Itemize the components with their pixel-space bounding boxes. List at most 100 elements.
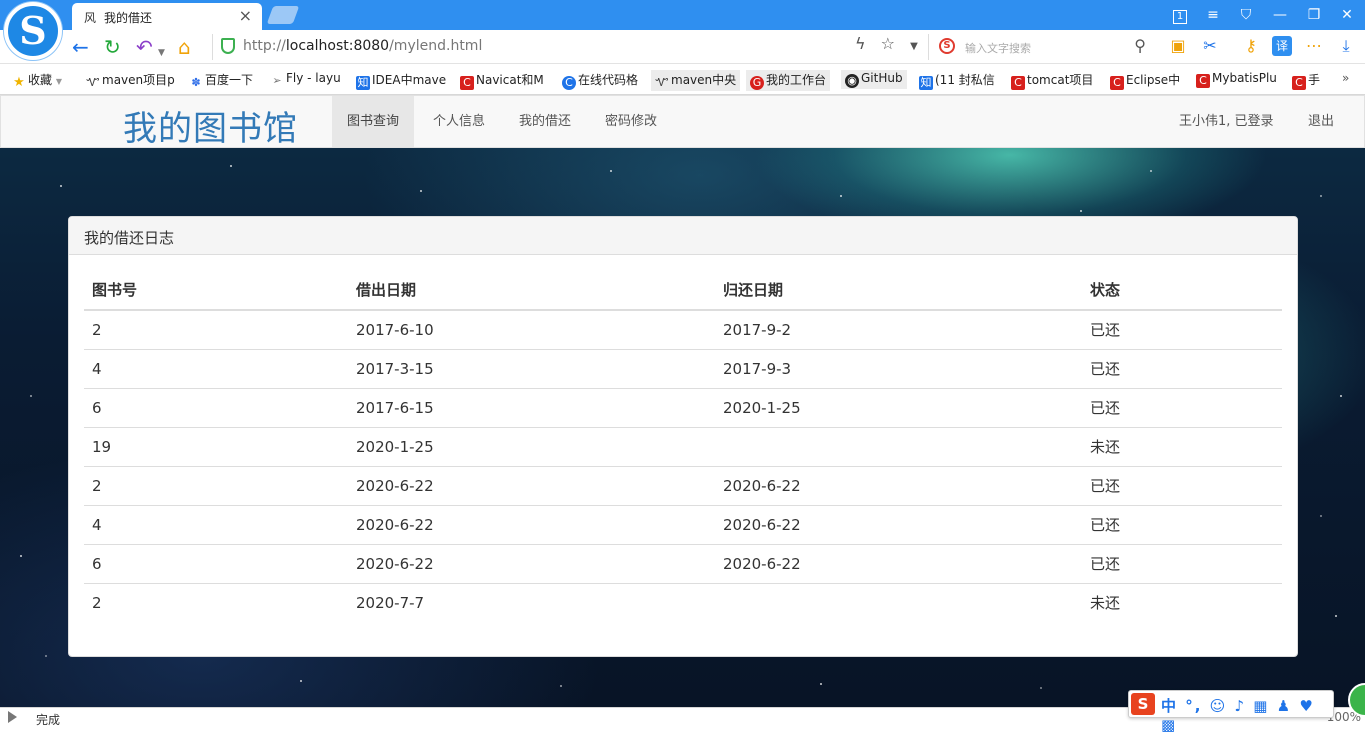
bookmark-favorites[interactable]: ★ 收藏 ▼	[12, 71, 62, 90]
bookmarks-more-icon[interactable]: »	[1342, 71, 1349, 85]
tab-title: 我的借还	[104, 11, 153, 25]
cell-return-date: 2017-9-3	[715, 348, 1082, 388]
csdn-icon: C	[1196, 74, 1210, 88]
browser-titlebar: 风 我的借还 × 1 ≡ ⛉ — ❐ ✕	[0, 0, 1365, 30]
bookmark-item[interactable]: C MybatisPlu	[1196, 71, 1277, 88]
window-counter-icon[interactable]: 1	[1169, 5, 1191, 25]
secure-shield-icon	[221, 38, 235, 54]
cell-book-id: 6	[84, 543, 348, 583]
play-icon[interactable]	[8, 711, 17, 723]
url-dropdown-icon[interactable]: ▼	[910, 41, 918, 52]
logout-link[interactable]: 退出	[1293, 96, 1349, 147]
bookmark-item[interactable]: ✽ 百度一下	[189, 71, 253, 90]
cell-lend-date: 2020-6-22	[348, 504, 715, 544]
bookmarks-bar: ★ 收藏 ▼ Ꮙmaven项目p ✽ 百度一下 ➢ Fly - layu 知 IDEA中…	[0, 64, 1365, 95]
status-text: 完成	[36, 713, 61, 727]
paper-plane-icon: ➢	[272, 74, 282, 87]
column-header-book-id: 图书号	[84, 269, 348, 311]
column-header-lend-date: 借出日期	[348, 269, 715, 311]
cell-return-date: 2020-1-25	[715, 387, 1082, 427]
browser-tab[interactable]: 风 我的借还 ×	[72, 3, 262, 30]
bookmark-item[interactable]: C 在线代码格	[562, 71, 638, 90]
bookmark-item[interactable]: 知 (11 封私信	[919, 71, 995, 90]
tab-close-icon[interactable]: ×	[239, 6, 252, 25]
minimize-icon[interactable]: —	[1269, 5, 1291, 25]
cell-lend-date: 2020-7-7	[348, 582, 715, 622]
lending-log-table: 图书号 借出日期 归还日期 状态 2 2017-6-10 2017-9-2 已还 4 20…	[84, 269, 1282, 622]
cell-return-date: 2020-6-22	[715, 543, 1082, 583]
new-tab-button[interactable]	[266, 6, 300, 24]
url-text: http://localhost:8080/mylend.html	[243, 38, 483, 54]
bookmark-item[interactable]: Ꮙmaven项目p	[86, 71, 174, 90]
cell-status: 已还	[1082, 465, 1282, 505]
cell-lend-date: 2017-6-10	[356, 320, 434, 339]
table-row: 19 2020-1-25 未还	[84, 426, 1282, 466]
skin-icon[interactable]: ⛉	[1235, 5, 1257, 25]
cell-book-id: 4	[84, 504, 348, 544]
translate-icon[interactable]: 译	[1272, 36, 1292, 56]
favorite-star-icon[interactable]: ☆	[881, 34, 895, 53]
cell-book-id: 2	[84, 465, 348, 505]
search-placeholder: 输入文字搜索	[965, 42, 1031, 55]
bookmark-item[interactable]: ◉ GitHub	[841, 70, 907, 89]
cell-book-id: 19	[84, 426, 348, 466]
cell-lend-date: 2020-1-25	[348, 426, 715, 466]
more-icon[interactable]: ⋯	[1304, 36, 1324, 56]
cell-book-id: 6	[84, 387, 348, 427]
zhihu-icon: 知	[919, 76, 933, 90]
table-row: 6 2017-6-15 2020-1-25 已还	[84, 387, 1282, 427]
back-icon[interactable]: ←	[72, 34, 89, 60]
cell-status: 已还	[1082, 543, 1282, 583]
cell-book-id: 2	[84, 582, 348, 622]
column-header-return-date: 归还日期	[715, 269, 1082, 311]
csdn-icon: C	[1011, 76, 1025, 90]
nav-book-search[interactable]: 图书查询	[332, 96, 415, 147]
maximize-icon[interactable]: ❐	[1303, 5, 1325, 25]
undo-icon[interactable]: ↶	[136, 34, 153, 60]
cell-return-date	[715, 426, 1082, 466]
bookmark-item[interactable]: 知 IDEA中mave	[356, 71, 446, 90]
lightning-icon[interactable]: ϟ	[855, 34, 866, 53]
star-icon: ★	[13, 75, 25, 90]
cell-return-date	[715, 582, 1082, 622]
cell-return-date: 2020-6-22	[715, 465, 1082, 505]
nav-personal-info[interactable]: 个人信息	[418, 96, 500, 147]
url-field[interactable]: http://localhost:8080/mylend.html	[212, 34, 928, 60]
extension-icon[interactable]: ▣	[1168, 36, 1188, 56]
undo-dropdown-icon[interactable]: ▼	[158, 40, 165, 66]
menu-icon[interactable]: ≡	[1202, 5, 1224, 25]
bookmark-item[interactable]: ➢ Fly - layu	[270, 71, 340, 88]
bookmark-item[interactable]: Ꮙmaven中央	[651, 70, 741, 91]
sogou-ime-icon: S	[1131, 693, 1155, 715]
user-status: 王小伟1, 已登录	[1179, 114, 1274, 129]
input-method-toolbar[interactable]: S 中 °, ☺ ♪ ▦ ♟ ♥ ▩	[1128, 690, 1334, 734]
browser-logo-icon[interactable]: S	[4, 2, 62, 60]
zhihu-icon: 知	[356, 76, 370, 90]
scissors-icon[interactable]: ✂	[1200, 36, 1220, 56]
refresh-icon[interactable]: ↻	[104, 34, 121, 60]
site-navbar: 我的图书馆 图书查询 个人信息 我的借还 密码修改 王小伟1, 已登录 退出	[0, 95, 1365, 150]
bookmark-item[interactable]: C Navicat和M	[460, 71, 544, 90]
nav-my-lending[interactable]: 我的借还	[504, 96, 586, 147]
cell-lend-date: 2017-3-15	[348, 348, 715, 388]
cell-lend-date: 2020-6-22	[348, 543, 715, 583]
cell-return-date: 2020-6-22	[715, 504, 1082, 544]
nav-change-password[interactable]: 密码修改	[590, 96, 672, 147]
url-tools: ϟ ☆ ▼	[855, 34, 918, 53]
cell-lend-date: 2017-6-15	[348, 387, 715, 427]
key-icon[interactable]: ⚷	[1241, 36, 1261, 56]
bookmark-item[interactable]: C手	[1292, 71, 1320, 90]
site-brand[interactable]: 我的图书馆	[123, 101, 298, 150]
bookmark-item[interactable]: Ctomcat项目	[1011, 71, 1093, 90]
search-icon[interactable]: ⚲	[1134, 36, 1146, 55]
baidu-paw-icon: ✽	[191, 76, 201, 89]
download-icon[interactable]: ⤓	[1336, 36, 1356, 56]
csdn-icon: C	[1292, 76, 1306, 90]
csdn-icon: C	[460, 76, 474, 90]
bookmark-item[interactable]: G 我的工作台	[746, 70, 831, 91]
home-icon[interactable]: ⌂	[178, 34, 191, 60]
search-field[interactable]: S 输入文字搜索 ⚲	[928, 34, 1150, 60]
cell-status: 未还	[1082, 426, 1282, 466]
bookmark-item[interactable]: C Eclipse中	[1110, 71, 1180, 90]
close-window-icon[interactable]: ✕	[1336, 5, 1358, 25]
